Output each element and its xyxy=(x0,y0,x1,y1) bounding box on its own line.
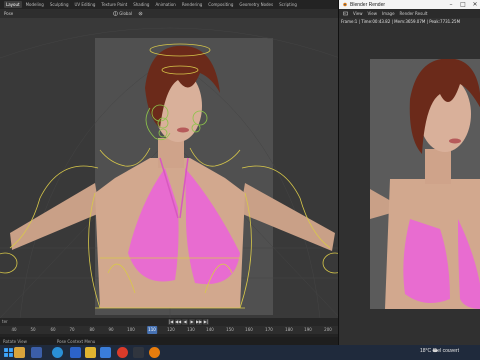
image-editor-icon[interactable] xyxy=(343,11,348,16)
image-editor-header: View View Image Render Result xyxy=(339,9,480,18)
playback-controls: |◀ ◀◀ ◀ ▶ ▶▶ ▶| xyxy=(168,319,209,325)
blender-logo-icon xyxy=(343,2,347,7)
status-bar: Rotate View Pose Context Menu xyxy=(0,337,340,345)
render-window: Blender Render – □ ✕ View View Image Ren… xyxy=(338,0,480,345)
status-hint-context-menu: Pose Context Menu xyxy=(56,338,96,344)
tab-uv-editing[interactable]: UV Editing xyxy=(73,1,98,8)
frame-tick: 40 xyxy=(11,327,17,332)
frame-tick: 170 xyxy=(265,327,273,332)
pinned-app-icon[interactable] xyxy=(133,347,144,358)
frame-tick: 160 xyxy=(245,327,253,332)
frame-tick: 150 xyxy=(226,327,234,332)
tab-animation[interactable]: Animation xyxy=(153,1,177,8)
close-button[interactable]: ✕ xyxy=(469,0,480,9)
weather-widget[interactable]: 18°C Ciel couvert xyxy=(420,348,459,354)
frame-tick: 140 xyxy=(206,327,214,332)
windows-taskbar: 18°C Ciel couvert xyxy=(0,345,480,360)
jump-end-button[interactable]: ▶| xyxy=(203,319,209,325)
transform-orientation-dropdown[interactable]: Global xyxy=(113,11,132,16)
status-hint-rotate: Rotate View xyxy=(3,338,27,344)
play-button[interactable]: ▶ xyxy=(189,319,195,325)
render-result-image xyxy=(370,59,480,309)
character-lips xyxy=(177,127,189,133)
image-menu[interactable]: Image xyxy=(382,11,395,16)
tab-layout[interactable]: Layout xyxy=(4,1,22,8)
play-reverse-button[interactable]: ◀ xyxy=(182,319,188,325)
tab-compositing[interactable]: Compositing xyxy=(206,1,235,8)
view-menu-2[interactable]: View xyxy=(368,11,378,16)
timeline-controls: ter |◀ ◀◀ ◀ ▶ ▶▶ ▶| xyxy=(0,318,340,326)
pinned-app-icon[interactable] xyxy=(14,347,25,358)
frame-tick: 50 xyxy=(30,327,36,332)
chrome-icon[interactable] xyxy=(117,347,128,358)
pinned-app-icon[interactable] xyxy=(31,347,42,358)
windows-start-icon[interactable] xyxy=(3,347,14,358)
render-info-text: Frame:1 | Time:00:43.82 | Mem:3659.07M |… xyxy=(341,19,461,24)
minimize-button[interactable]: – xyxy=(445,0,457,9)
frame-ruler[interactable]: 40 50 60 70 80 90 100 110 120 130 140 15… xyxy=(0,326,340,334)
store-icon[interactable] xyxy=(100,347,111,358)
tab-shading[interactable]: Shading xyxy=(131,1,151,8)
jump-start-button[interactable]: |◀ xyxy=(168,319,174,325)
pivot-icon[interactable] xyxy=(138,11,143,16)
workspace-tab-bar: Layout Modeling Sculpting UV Editing Tex… xyxy=(0,0,340,9)
viewport-scene xyxy=(0,27,340,318)
render-result-dropdown[interactable]: Render Result xyxy=(400,11,428,16)
frame-tick: 90 xyxy=(108,327,114,332)
tab-geometry-nodes[interactable]: Geometry Nodes xyxy=(237,1,275,8)
tab-scripting[interactable]: Scripting xyxy=(277,1,299,8)
rendered-character xyxy=(370,59,480,309)
frame-tick: 70 xyxy=(69,327,75,332)
current-frame-indicator[interactable]: 110 xyxy=(147,326,157,334)
render-window-titlebar[interactable]: Blender Render – □ ✕ xyxy=(339,0,480,9)
frame-tick: 190 xyxy=(304,327,312,332)
frame-tick: 130 xyxy=(187,327,195,332)
frame-tick: 60 xyxy=(50,327,56,332)
frame-tick: 200 xyxy=(324,327,332,332)
mail-icon[interactable] xyxy=(70,347,81,358)
frame-tick: 80 xyxy=(89,327,95,332)
3d-viewport[interactable] xyxy=(0,18,340,318)
orientation-icon xyxy=(113,11,119,16)
viewport-header: Pose Global xyxy=(0,9,340,18)
weather-temperature: 18°C xyxy=(420,348,432,354)
file-explorer-icon[interactable] xyxy=(85,347,96,358)
transform-orientation-label: Global xyxy=(119,11,133,16)
next-keyframe-button[interactable]: ▶▶ xyxy=(196,319,202,325)
frame-tick: 180 xyxy=(285,327,293,332)
render-window-title: Blender Render xyxy=(350,1,386,8)
tab-modeling[interactable]: Modeling xyxy=(24,1,46,8)
blender-taskbar-icon[interactable] xyxy=(149,347,160,358)
tab-sculpting[interactable]: Sculpting xyxy=(48,1,71,8)
blender-main-window: Layout Modeling Sculpting UV Editing Tex… xyxy=(0,0,340,345)
timeline-menu-label[interactable]: ter xyxy=(2,318,8,326)
view-menu[interactable]: View xyxy=(353,11,363,16)
window-controls: – □ ✕ xyxy=(445,0,480,9)
prev-keyframe-button[interactable]: ◀◀ xyxy=(175,319,181,325)
mode-selector[interactable]: Pose xyxy=(4,11,13,16)
tab-rendering[interactable]: Rendering xyxy=(180,1,204,8)
frame-tick: 100 xyxy=(127,327,135,332)
maximize-button[interactable]: □ xyxy=(457,0,469,9)
browser-icon[interactable] xyxy=(52,347,63,358)
tab-texture-paint[interactable]: Texture Paint xyxy=(99,1,129,8)
weather-description: Ciel couvert xyxy=(432,348,459,354)
frame-tick: 120 xyxy=(167,327,175,332)
